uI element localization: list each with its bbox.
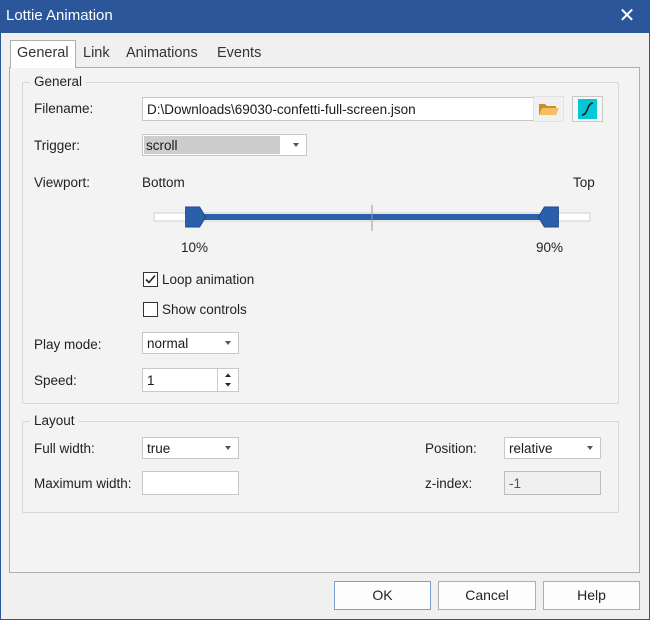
z-index-label: z-index:	[425, 476, 473, 491]
maximum-width-label: Maximum width:	[34, 476, 132, 491]
layout-group-title: Layout	[30, 413, 79, 428]
cancel-button[interactable]: Cancel	[438, 581, 536, 610]
show-controls-label[interactable]: Show controls	[162, 302, 247, 317]
help-button[interactable]: Help	[543, 581, 640, 610]
tab-events[interactable]: Events	[211, 41, 267, 66]
chevron-down-icon	[587, 446, 593, 450]
stepper-arrows-icon	[225, 373, 231, 387]
folder-icon	[539, 104, 559, 115]
slider-start-thumb[interactable]	[185, 206, 207, 228]
tab-animations[interactable]: Animations	[120, 41, 204, 66]
maximum-width-input[interactable]	[142, 471, 239, 495]
chevron-down-icon	[225, 446, 231, 450]
general-group-title: General	[30, 74, 87, 89]
trigger-value: scroll	[144, 136, 280, 154]
position-label: Position:	[425, 441, 477, 456]
tab-general[interactable]: General	[10, 40, 76, 68]
easing-curve-icon	[578, 99, 597, 119]
browse-folder-button[interactable]	[533, 96, 564, 122]
speed-input[interactable]: 1	[142, 368, 218, 392]
full-width-label: Full width:	[34, 441, 95, 456]
speed-label: Speed:	[34, 373, 77, 388]
viewport-top-label: Top	[573, 175, 595, 190]
loop-animation-checkbox[interactable]	[143, 272, 158, 287]
filename-label: Filename:	[34, 101, 94, 116]
viewport-range-slider[interactable]	[150, 203, 594, 233]
ok-button[interactable]: OK	[334, 581, 431, 610]
speed-stepper[interactable]	[217, 368, 239, 392]
layout-group	[22, 421, 619, 513]
slider-end-thumb[interactable]	[537, 206, 559, 228]
filename-input[interactable]: D:\Downloads\69030-confetti-full-screen.…	[142, 97, 534, 121]
full-width-select[interactable]: true	[142, 437, 239, 459]
easing-button[interactable]	[572, 96, 603, 122]
chevron-down-icon	[293, 143, 299, 147]
play-mode-label: Play mode:	[34, 337, 102, 352]
play-mode-value: normal	[147, 336, 189, 351]
viewport-bottom-label: Bottom	[142, 175, 185, 190]
z-index-input: -1	[504, 471, 601, 495]
tab-link[interactable]: Link	[77, 41, 116, 66]
position-select[interactable]: relative	[504, 437, 601, 459]
trigger-label: Trigger:	[34, 138, 81, 153]
checkmark-icon	[145, 274, 156, 284]
close-icon[interactable]: ✕	[614, 3, 640, 29]
loop-animation-label[interactable]: Loop animation	[162, 272, 254, 287]
trigger-select[interactable]: scroll	[142, 134, 307, 156]
position-value: relative	[509, 441, 553, 456]
viewport-start-value: 10%	[181, 240, 209, 255]
general-group	[22, 82, 619, 404]
viewport-label: Viewport:	[34, 175, 91, 190]
title-bar: Lottie Animation ✕	[0, 0, 650, 33]
show-controls-checkbox[interactable]	[143, 302, 158, 317]
full-width-value: true	[147, 441, 171, 456]
play-mode-select[interactable]: normal	[142, 332, 239, 354]
chevron-down-icon	[225, 341, 231, 345]
viewport-end-value: 90%	[536, 240, 564, 255]
window-title: Lottie Animation	[6, 7, 113, 24]
